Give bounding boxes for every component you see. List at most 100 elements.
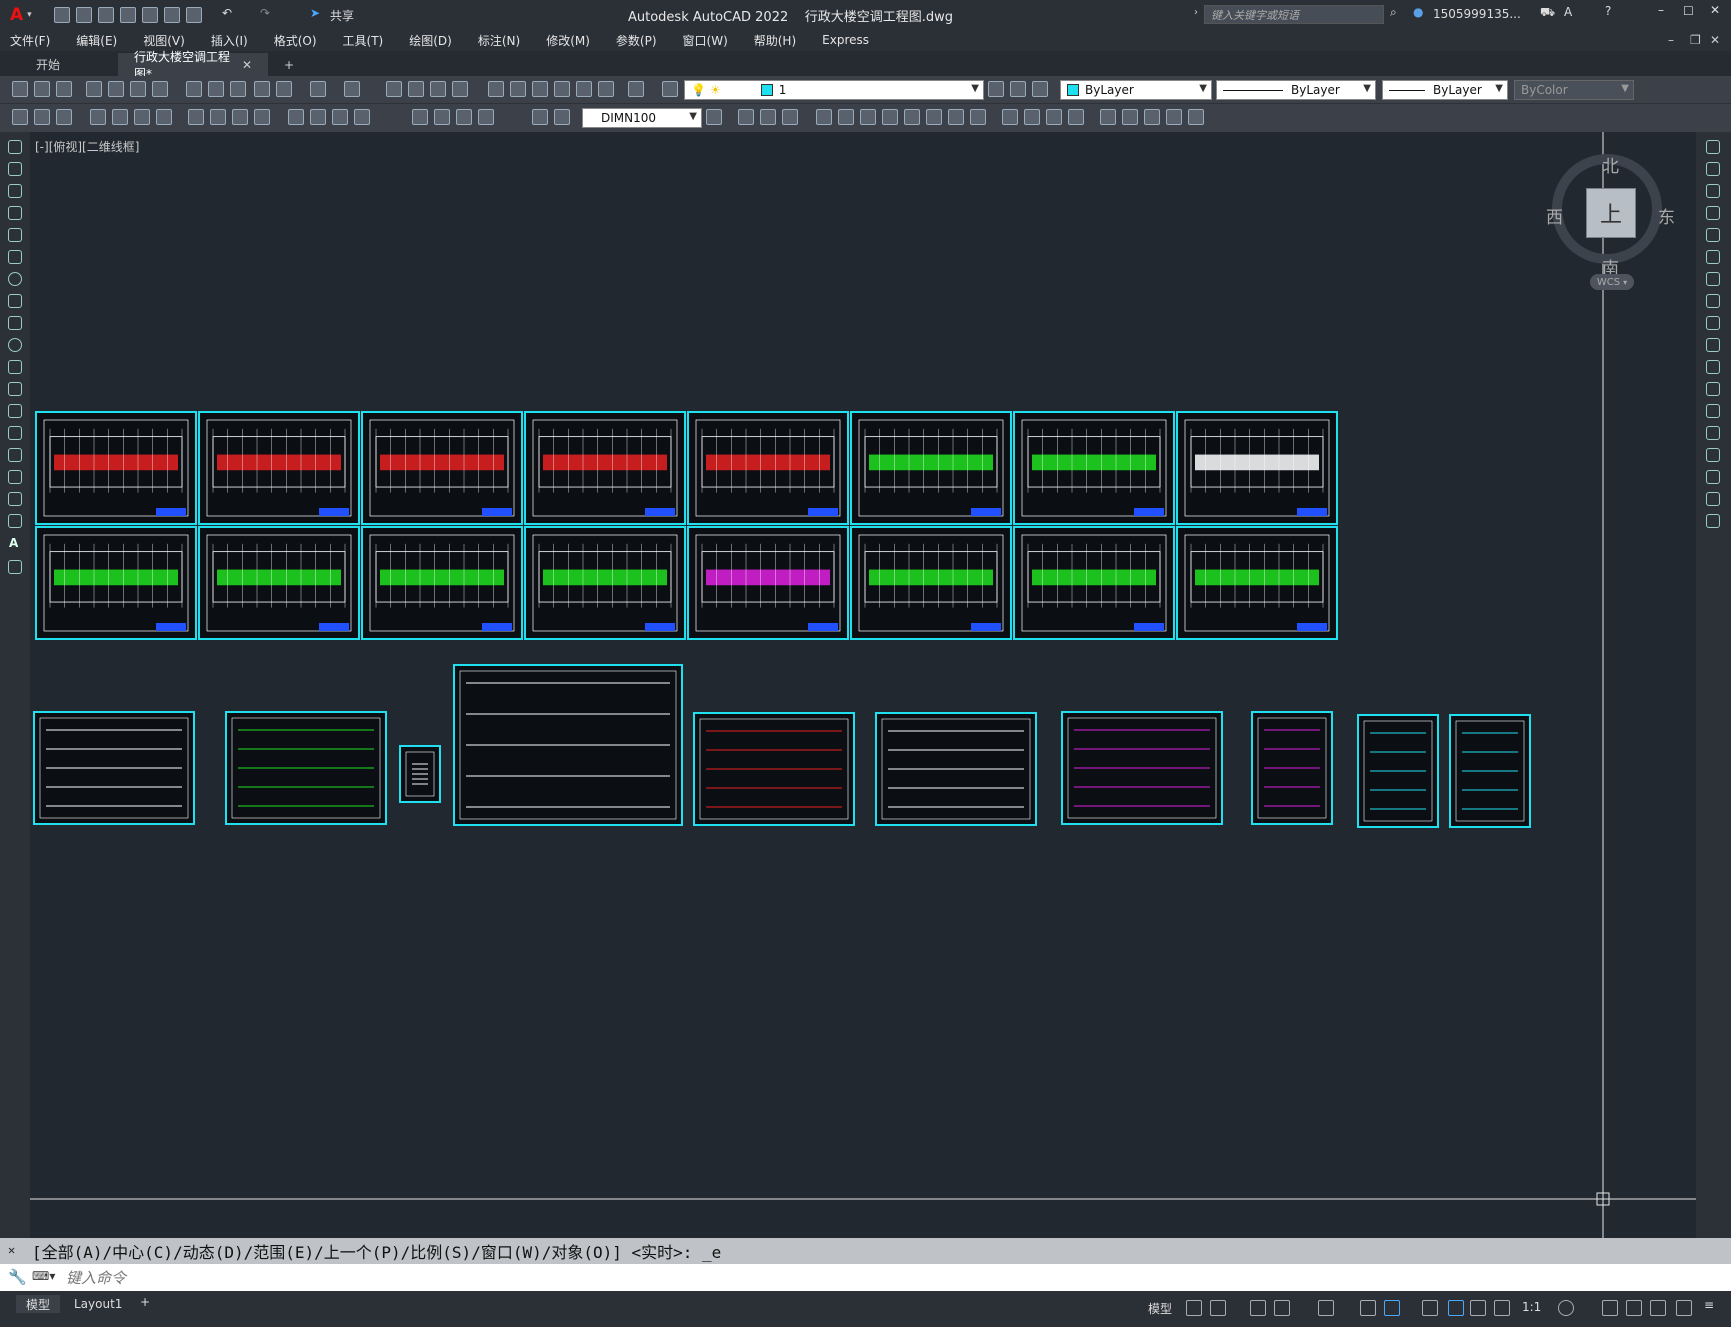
new-file-icon[interactable] — [54, 7, 70, 23]
paste-icon[interactable] — [230, 81, 246, 97]
menu-help[interactable]: 帮助(H) — [754, 32, 796, 49]
sheet-set-icon[interactable] — [554, 81, 570, 97]
tab-model[interactable]: 模型 — [16, 1295, 61, 1313]
open-file-icon[interactable] — [76, 7, 92, 23]
annotation-scale-value[interactable]: 1:1 — [1522, 1300, 1541, 1314]
rectangle-icon[interactable] — [8, 228, 22, 242]
offset-side-icon[interactable] — [1706, 206, 1720, 220]
plot-preview-icon[interactable] — [108, 81, 124, 97]
save-icon[interactable] — [98, 7, 114, 23]
chamfer-side-icon[interactable] — [1706, 448, 1720, 462]
plot-toolbar-icon[interactable] — [86, 81, 102, 97]
annotation-visibility-icon[interactable] — [1448, 1300, 1464, 1316]
object-snap-icon[interactable] — [1384, 1300, 1400, 1316]
extend-icon[interactable] — [970, 109, 986, 125]
app-menu-chevron-icon[interactable]: ▾ — [27, 10, 32, 20]
ellipse-icon[interactable] — [8, 338, 22, 352]
annotation-monitor-icon[interactable] — [1602, 1300, 1618, 1316]
rotate-icon[interactable] — [882, 109, 898, 125]
command-prompt-icon[interactable]: ⌨▾ — [32, 1269, 55, 1283]
user-icon[interactable]: ● — [1413, 5, 1423, 19]
drawing-canvas[interactable]: [-][俯视][二维线框] 上 北 南 西 东 WCS ▾ — [30, 132, 1696, 1238]
make-current-layer-icon[interactable] — [988, 81, 1004, 97]
menu-tools[interactable]: 工具(T) — [343, 32, 384, 49]
clean-screen-icon[interactable] — [1676, 1300, 1692, 1316]
jogged-linear-icon[interactable] — [478, 109, 494, 125]
copy-icon[interactable] — [208, 81, 224, 97]
offset-icon[interactable] — [816, 109, 832, 125]
color-dropdown[interactable]: ByLayer ▼ — [1060, 80, 1212, 100]
dimstyle-dropdown[interactable]: DIMN100 ▼ — [582, 108, 702, 128]
menu-window[interactable]: 窗口(W) — [683, 32, 728, 49]
quick-dim-icon[interactable] — [288, 109, 304, 125]
polyline-icon[interactable] — [8, 184, 22, 198]
layer-dropdown[interactable]: 💡 ☀ 1 ▼ — [684, 80, 984, 100]
menu-file[interactable]: 文件(F) — [10, 32, 50, 49]
markup-icon[interactable] — [576, 81, 592, 97]
linear-dim-icon[interactable] — [90, 109, 106, 125]
doc-minimize-icon[interactable]: – — [1668, 33, 1674, 47]
cart-icon[interactable]: ⛟ — [1540, 5, 1555, 21]
plot-icon[interactable] — [164, 7, 180, 23]
move-icon[interactable] — [860, 109, 876, 125]
menu-draw[interactable]: 绘图(D) — [409, 32, 452, 49]
layer-previous-icon[interactable] — [1010, 81, 1026, 97]
explode-icon[interactable] — [1100, 109, 1116, 125]
undo-toolbar-icon[interactable] — [310, 81, 326, 97]
stretch-icon[interactable] — [926, 109, 942, 125]
linetype-dropdown[interactable]: ByLayer ▼ — [1216, 80, 1376, 100]
circle-icon[interactable] — [8, 272, 22, 286]
tool-palettes-icon[interactable] — [532, 81, 548, 97]
line-icon[interactable] — [8, 140, 22, 154]
properties-icon[interactable] — [488, 81, 504, 97]
redo-toolbar-icon[interactable] — [344, 81, 360, 97]
3d-print-icon[interactable] — [152, 81, 168, 97]
revcloud-icon[interactable] — [8, 294, 22, 308]
layer-iso-icon[interactable] — [1032, 81, 1048, 97]
menu-edit[interactable]: 编辑(E) — [76, 32, 117, 49]
stretch-side-icon[interactable] — [1706, 316, 1720, 330]
viewcube-top-face[interactable]: 上 — [1586, 188, 1636, 238]
doc-restore-icon[interactable]: ❐ — [1690, 33, 1701, 47]
add-selected-icon[interactable] — [8, 560, 22, 574]
user-name[interactable]: 1505999135... — [1433, 7, 1521, 21]
blend-side-icon[interactable] — [1706, 492, 1720, 506]
join-side-icon[interactable] — [1706, 426, 1720, 440]
grid-icon[interactable] — [1186, 1300, 1202, 1316]
isodraft-icon[interactable] — [1318, 1300, 1334, 1316]
menu-dimension[interactable]: 标注(N) — [478, 32, 520, 49]
status-model-space[interactable]: 模型 — [1148, 1300, 1172, 1317]
save-toolbar-icon[interactable] — [56, 81, 72, 97]
menu-insert[interactable]: 插入(I) — [211, 32, 248, 49]
design-center-icon[interactable] — [510, 81, 526, 97]
auto-scale-icon[interactable] — [1470, 1300, 1486, 1316]
text-edit-icon[interactable] — [12, 109, 28, 125]
table-icon[interactable] — [8, 514, 22, 528]
customize-status-icon[interactable]: ≡ — [1704, 1298, 1714, 1312]
redo-icon[interactable]: ↷ — [260, 6, 270, 20]
chamfer-icon[interactable] — [1046, 109, 1062, 125]
close-icon[interactable]: ✕ — [1710, 3, 1720, 17]
bring-front-icon[interactable] — [1144, 109, 1160, 125]
menu-view[interactable]: 视图(V) — [143, 32, 185, 49]
new-tab-button[interactable]: + — [268, 53, 310, 76]
dim-update-icon[interactable] — [554, 109, 570, 125]
center-mark-icon[interactable] — [434, 109, 450, 125]
tab-layout1[interactable]: Layout1 — [64, 1295, 132, 1313]
tab-drawing[interactable]: 行政大楼空调工程图* ✕ — [118, 50, 268, 81]
lineweight-dropdown[interactable]: ByLayer ▼ — [1382, 80, 1508, 100]
hatch-icon[interactable] — [8, 448, 22, 462]
fillet-icon[interactable] — [1068, 109, 1084, 125]
publish-icon[interactable] — [142, 7, 158, 23]
angular-dim-icon[interactable] — [254, 109, 270, 125]
menu-express[interactable]: Express — [822, 33, 869, 47]
help-icon[interactable]: ? — [1605, 4, 1611, 18]
publish-toolbar-icon[interactable] — [130, 81, 146, 97]
viewcube-north[interactable]: 北 — [1602, 152, 1619, 177]
help-toolbar-icon[interactable] — [628, 81, 644, 97]
mirror-side-icon[interactable] — [1706, 184, 1720, 198]
break-point-side-icon[interactable] — [1706, 382, 1720, 396]
search-icon[interactable]: ⌕ — [1390, 5, 1397, 20]
draworder-icon[interactable] — [1122, 109, 1138, 125]
ordinate-dim-icon[interactable] — [156, 109, 172, 125]
